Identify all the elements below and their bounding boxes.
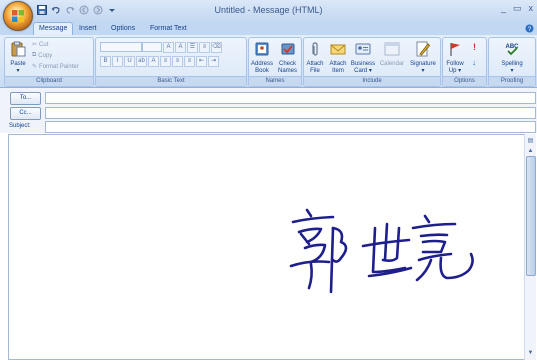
title-bar: Untitled - Message (HTML) _ ▭ x bbox=[0, 0, 537, 22]
window-controls: _ ▭ x bbox=[501, 3, 533, 14]
names-group: Address Book Check Names Names bbox=[248, 37, 302, 87]
envelope-icon bbox=[330, 44, 346, 55]
business-card-icon bbox=[355, 43, 371, 55]
basic-text-group: A A ☰ ≡ ⌫ B I U ab A ≡ ≡ ≡ ⇤ ⇥ Basic Tex… bbox=[95, 37, 247, 87]
flag-icon bbox=[450, 43, 460, 56]
include-group-label: Include bbox=[304, 76, 440, 86]
brush-icon: ✎ bbox=[32, 64, 38, 70]
spelling-icon: ABC bbox=[506, 44, 519, 56]
tab-options[interactable]: Options bbox=[106, 23, 140, 35]
paste-label: Paste bbox=[10, 61, 26, 67]
bold-icon[interactable]: B bbox=[100, 56, 111, 67]
high-importance-icon[interactable]: ! bbox=[473, 42, 476, 52]
ribbon-tabs: Message Insert Options Format Text ? bbox=[0, 22, 537, 35]
signature-icon bbox=[416, 41, 431, 57]
highlight-icon[interactable]: ab bbox=[136, 56, 147, 67]
to-button[interactable]: To... bbox=[10, 92, 41, 105]
clipboard-group: Paste ▾ ✂ Cut ⧉ Copy ✎ Format Painter Cli… bbox=[4, 37, 94, 87]
attach-item-button[interactable]: Attach Item bbox=[327, 41, 349, 75]
window-title: Untitled - Message (HTML) bbox=[214, 5, 323, 15]
maximize-button[interactable]: ▭ bbox=[513, 3, 522, 14]
increase-indent-icon[interactable]: ⇥ bbox=[208, 56, 219, 67]
calendar-button[interactable]: Calendar bbox=[378, 41, 406, 68]
scissors-icon: ✂ bbox=[32, 42, 38, 48]
check-names-icon bbox=[281, 43, 294, 55]
scroll-down-icon[interactable]: ▼ bbox=[526, 349, 535, 357]
cc-button[interactable]: Cc... bbox=[10, 107, 41, 120]
cut-label: Cut bbox=[39, 41, 49, 48]
check-names-label: Check Names bbox=[277, 61, 297, 74]
calendar-icon bbox=[384, 42, 400, 56]
basic-text-group-label: Basic Text bbox=[96, 76, 246, 86]
low-importance-icon[interactable]: ↓ bbox=[472, 58, 476, 67]
copy-button[interactable]: ⧉ Copy bbox=[32, 52, 52, 59]
spelling-label: Spelling bbox=[501, 61, 523, 67]
proofing-group-label: Proofing bbox=[489, 76, 535, 86]
tab-insert[interactable]: Insert bbox=[74, 23, 102, 35]
ruler-toggle-icon[interactable]: ▤ bbox=[526, 137, 535, 145]
font-color-icon[interactable]: A bbox=[148, 56, 159, 67]
subject-field[interactable] bbox=[45, 121, 536, 133]
clear-format-icon[interactable]: ⌫ bbox=[211, 42, 222, 53]
copy-label: Copy bbox=[38, 52, 53, 59]
options-group: Follow Up ▾ ! ↓ Options bbox=[442, 37, 487, 87]
check-names-button[interactable]: Check Names bbox=[275, 41, 300, 75]
follow-up-label: Follow Up bbox=[446, 61, 464, 74]
ribbon: Paste ▾ ✂ Cut ⧉ Copy ✎ Format Painter Cli… bbox=[0, 35, 537, 88]
close-button[interactable]: x bbox=[529, 3, 534, 14]
business-card-label: Business Card bbox=[350, 61, 376, 74]
tab-message[interactable]: Message bbox=[33, 22, 74, 35]
align-right-icon[interactable]: ≡ bbox=[184, 56, 195, 67]
underline-icon[interactable]: U bbox=[124, 56, 135, 67]
office-button[interactable] bbox=[3, 1, 33, 31]
paste-button[interactable]: Paste ▾ bbox=[7, 41, 29, 75]
align-left-icon[interactable]: ≡ bbox=[160, 56, 171, 67]
format-painter-label: Format Painter bbox=[39, 63, 79, 70]
grow-font-icon[interactable]: A bbox=[163, 42, 174, 53]
scroll-up-icon[interactable]: ▲ bbox=[526, 147, 535, 155]
copy-icon: ⧉ bbox=[32, 52, 37, 58]
attach-item-label: Attach Item bbox=[329, 61, 347, 74]
to-field[interactable] bbox=[45, 92, 536, 104]
decrease-indent-icon[interactable]: ⇤ bbox=[196, 56, 207, 67]
italic-icon[interactable]: I bbox=[112, 56, 123, 67]
tab-format-text[interactable]: Format Text bbox=[145, 23, 192, 35]
options-group-label: Options bbox=[443, 76, 486, 86]
clipboard-group-label: Clipboard bbox=[5, 76, 93, 86]
address-book-label: Address Book bbox=[250, 61, 273, 74]
font-combo[interactable] bbox=[100, 42, 142, 52]
signature-label: Signature bbox=[410, 61, 436, 67]
paperclip-icon bbox=[312, 42, 318, 56]
follow-up-button[interactable]: Follow Up ▾ bbox=[443, 41, 467, 75]
address-book-icon bbox=[255, 42, 269, 56]
cc-field[interactable] bbox=[45, 107, 536, 119]
scroll-thumb[interactable] bbox=[526, 156, 536, 276]
subject-label: Subject: bbox=[9, 123, 31, 129]
attach-file-label: Attach File bbox=[306, 61, 324, 74]
spelling-button[interactable]: ABC Spelling ▾ bbox=[493, 41, 531, 75]
proofing-group: ABC Spelling ▾ Proofing bbox=[488, 37, 536, 87]
paste-icon bbox=[11, 41, 26, 57]
minimize-button[interactable]: _ bbox=[501, 3, 506, 14]
include-group: Attach File Attach Item Business Card ▾ … bbox=[303, 37, 441, 87]
vertical-scrollbar[interactable]: ▤ ▲ ▼ bbox=[524, 134, 536, 360]
font-size-combo[interactable] bbox=[142, 42, 162, 52]
numbering-icon[interactable]: ≡ bbox=[199, 42, 210, 53]
attach-file-button[interactable]: Attach File bbox=[304, 41, 326, 75]
business-card-button[interactable]: Business Card ▾ bbox=[350, 41, 376, 75]
help-icon[interactable]: ? bbox=[525, 24, 534, 35]
shrink-font-icon[interactable]: A bbox=[175, 42, 186, 53]
office-logo-icon bbox=[12, 10, 24, 22]
handwritten-signature-image bbox=[289, 208, 474, 294]
bullets-icon[interactable]: ☰ bbox=[187, 42, 198, 53]
signature-button[interactable]: Signature ▾ bbox=[408, 41, 438, 75]
cut-button[interactable]: ✂ Cut bbox=[32, 41, 49, 49]
calendar-label: Calendar bbox=[379, 61, 405, 67]
message-header: To... Cc... Subject: bbox=[0, 88, 537, 133]
align-center-icon[interactable]: ≡ bbox=[172, 56, 183, 67]
address-book-button[interactable]: Address Book bbox=[250, 41, 274, 75]
format-painter-button[interactable]: ✎ Format Painter bbox=[32, 63, 79, 71]
names-group-label: Names bbox=[249, 76, 301, 86]
